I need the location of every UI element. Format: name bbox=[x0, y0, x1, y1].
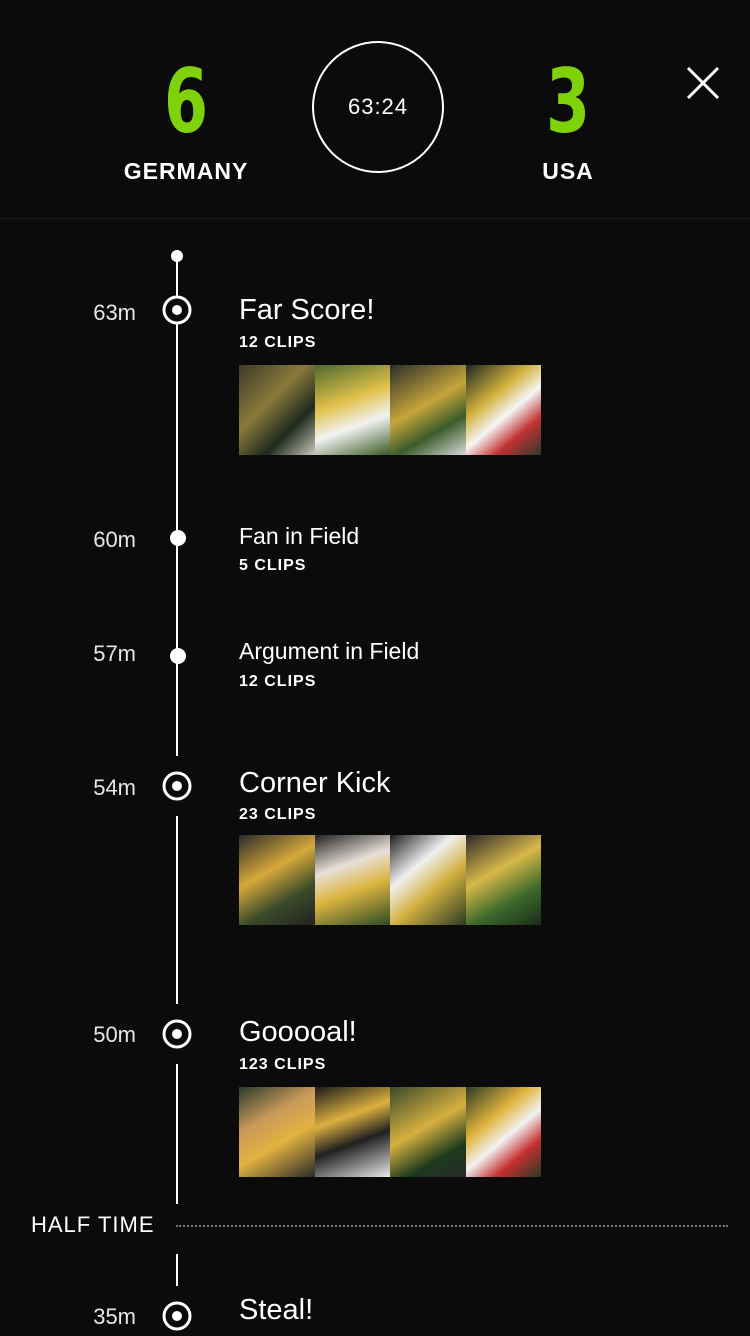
away-team-name: USA bbox=[542, 158, 594, 184]
event-clip-count: 23 CLIPS bbox=[239, 806, 317, 823]
timeline-line bbox=[176, 256, 178, 756]
event-title[interactable]: Corner Kick bbox=[239, 767, 391, 800]
event-time: 35m bbox=[93, 1304, 136, 1329]
event-title[interactable]: Steal! bbox=[239, 1294, 313, 1327]
event-time: 54m bbox=[93, 775, 136, 800]
event-clip-count: 12 CLIPS bbox=[239, 334, 317, 351]
timeline-line bbox=[176, 816, 178, 1004]
timeline-start-dot bbox=[171, 250, 183, 262]
match-clock: 63:24 bbox=[312, 41, 444, 173]
event-time: 60m bbox=[93, 527, 136, 552]
clip-thumbnail[interactable] bbox=[239, 365, 315, 455]
clip-thumbnail[interactable] bbox=[390, 1087, 466, 1177]
event-title[interactable]: Far Score! bbox=[239, 294, 374, 327]
halftime-label: HALF TIME bbox=[31, 1212, 155, 1237]
timeline-line bbox=[176, 1064, 178, 1204]
clip-thumbnail[interactable] bbox=[314, 365, 390, 455]
scoreboard-header: 6 GERMANY 63:24 3 USA bbox=[0, 0, 750, 219]
home-score: 6 bbox=[163, 50, 209, 153]
home-team-name: GERMANY bbox=[123, 158, 249, 184]
clip-thumbnail[interactable] bbox=[465, 365, 541, 455]
clip-thumbnail[interactable] bbox=[239, 1087, 315, 1177]
target-icon bbox=[162, 295, 192, 325]
event-clip-count: 123 CLIPS bbox=[239, 1056, 327, 1073]
event-title[interactable]: Argument in Field bbox=[239, 638, 419, 665]
event-title[interactable]: Gooooal! bbox=[239, 1016, 357, 1049]
target-icon bbox=[162, 1301, 192, 1331]
halftime-divider bbox=[176, 1225, 728, 1227]
event-time: 50m bbox=[93, 1022, 136, 1047]
clip-thumbnails[interactable] bbox=[239, 365, 541, 455]
event-clip-count: 5 CLIPS bbox=[239, 557, 307, 574]
clip-thumbnail[interactable] bbox=[314, 1087, 390, 1177]
event-time: 63m bbox=[93, 300, 136, 325]
clip-thumbnail[interactable] bbox=[465, 835, 541, 925]
clip-thumbnail[interactable] bbox=[465, 1087, 541, 1177]
clip-thumbnails[interactable] bbox=[239, 835, 541, 925]
event-time: 57m bbox=[93, 641, 136, 666]
clip-thumbnail[interactable] bbox=[314, 835, 390, 925]
away-score: 3 bbox=[545, 50, 591, 153]
clip-thumbnail[interactable] bbox=[390, 835, 466, 925]
clip-thumbnail[interactable] bbox=[239, 835, 315, 925]
event-clip-count: 12 CLIPS bbox=[239, 673, 317, 690]
timeline-line bbox=[176, 1254, 178, 1286]
target-icon bbox=[162, 771, 192, 801]
dot-icon bbox=[170, 648, 186, 664]
target-icon bbox=[162, 1019, 192, 1049]
clip-thumbnails[interactable] bbox=[239, 1087, 541, 1177]
event-title[interactable]: Fan in Field bbox=[239, 523, 359, 550]
close-icon[interactable] bbox=[682, 62, 726, 106]
dot-icon bbox=[170, 530, 186, 546]
clip-thumbnail[interactable] bbox=[390, 365, 466, 455]
